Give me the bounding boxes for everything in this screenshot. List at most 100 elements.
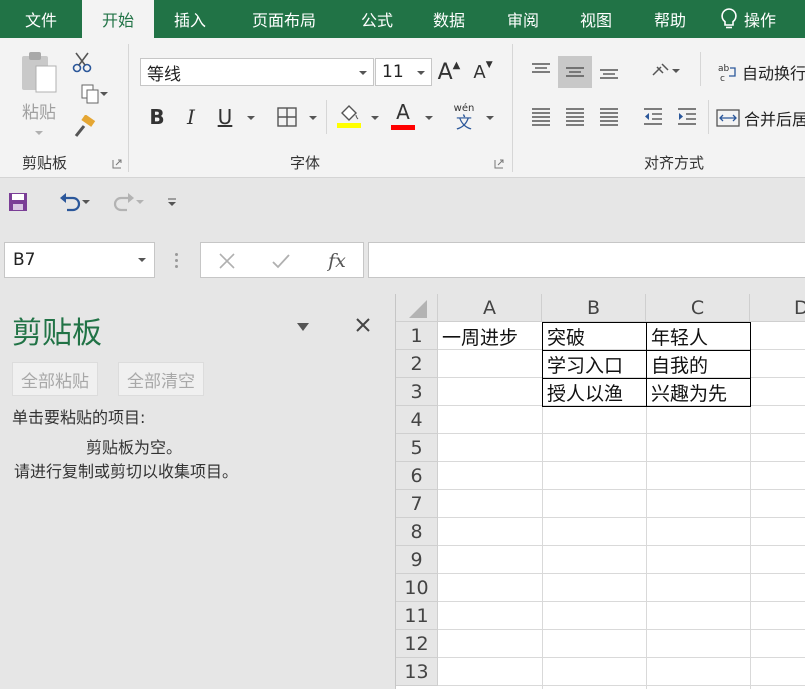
fill-color-button[interactable]: [334, 100, 364, 132]
font-size-dropdown-arrow[interactable]: [417, 71, 425, 75]
phonetic-guide-char: 文: [455, 112, 472, 132]
borders-button[interactable]: [272, 102, 302, 132]
align-left-button[interactable]: [526, 102, 556, 132]
font-name-combo[interactable]: 等线: [140, 58, 374, 86]
save-button[interactable]: [6, 190, 30, 214]
font-color-swatch: [391, 125, 415, 130]
cell-b1[interactable]: 突破: [542, 322, 647, 351]
row-header-5[interactable]: 5: [396, 434, 438, 462]
grow-font-button[interactable]: A ▲: [436, 58, 462, 86]
row-header-11[interactable]: 11: [396, 602, 438, 630]
row-header-4[interactable]: 4: [396, 406, 438, 434]
dialog-launcher-icon[interactable]: [112, 159, 122, 169]
wrap-text-button[interactable]: ab c 自动换行: [716, 58, 805, 86]
cancel-entry-button[interactable]: [215, 249, 239, 273]
borders-dropdown-arrow[interactable]: [309, 116, 317, 120]
confirm-entry-button[interactable]: [269, 249, 293, 273]
font-color-button[interactable]: A: [388, 100, 418, 132]
row-header-6[interactable]: 6: [396, 462, 438, 490]
underline-dropdown-arrow[interactable]: [247, 116, 255, 120]
cut-button[interactable]: [70, 50, 94, 74]
phonetic-dropdown-arrow[interactable]: [486, 116, 494, 120]
cell-b3[interactable]: 授人以渔: [542, 378, 647, 407]
format-painter-button[interactable]: [70, 114, 98, 140]
align-right-icon: [600, 108, 618, 126]
clear-all-button[interactable]: 全部清空: [118, 362, 204, 396]
row-header-7[interactable]: 7: [396, 490, 438, 518]
merge-center-button[interactable]: 合并后居: [716, 104, 805, 132]
phonetic-guide-button[interactable]: wén 文: [450, 100, 478, 134]
shrink-font-button[interactable]: A ▼: [470, 58, 496, 86]
increase-indent-button[interactable]: [672, 102, 702, 132]
column-header-b[interactable]: B: [542, 294, 646, 322]
undo-dropdown-arrow: [82, 200, 90, 204]
cell-c2[interactable]: 自我的: [646, 350, 751, 379]
clipboard-pane: 剪贴板 全部粘贴 全部清空 单击要粘贴的项目: 剪贴板为空。 请进行复制或剪切以…: [0, 294, 396, 689]
select-all-corner[interactable]: [396, 294, 438, 322]
select-all-triangle-icon: [408, 299, 427, 318]
paste-all-button[interactable]: 全部粘贴: [12, 362, 98, 396]
increase-indent-icon: [678, 108, 696, 125]
middle-align-button[interactable]: [558, 56, 592, 88]
fill-color-dropdown-arrow[interactable]: [371, 116, 379, 120]
tab-review[interactable]: 审阅: [486, 0, 560, 38]
insert-function-button[interactable]: fx: [323, 247, 351, 275]
undo-button[interactable]: [48, 190, 92, 214]
middle-align-icon: [566, 67, 584, 77]
customize-qat-button[interactable]: [164, 192, 180, 212]
cell-c1[interactable]: 年轻人: [646, 322, 751, 351]
pane-options-button[interactable]: [294, 320, 312, 334]
column-header-d[interactable]: D: [750, 294, 805, 322]
font-name-dropdown-arrow[interactable]: [359, 71, 367, 75]
font-dialog-launcher-icon[interactable]: [494, 159, 504, 169]
row-header-3[interactable]: 3: [396, 378, 438, 406]
align-right-button[interactable]: [594, 102, 624, 132]
tab-insert[interactable]: 插入: [154, 0, 226, 38]
copy-button[interactable]: [70, 82, 110, 106]
row-header-10[interactable]: 10: [396, 574, 438, 602]
tab-data[interactable]: 数据: [412, 0, 486, 38]
tab-view[interactable]: 视图: [560, 0, 632, 38]
orientation-dropdown-arrow: [672, 69, 680, 73]
tab-file[interactable]: 文件: [0, 0, 82, 38]
merge-cells-icon: [716, 109, 740, 127]
orientation-button[interactable]: [640, 56, 682, 86]
redo-button[interactable]: [102, 190, 146, 214]
top-align-button[interactable]: [526, 56, 556, 86]
font-size-combo[interactable]: 11: [375, 58, 432, 86]
column-header-a[interactable]: A: [438, 294, 542, 322]
row-header-8[interactable]: 8: [396, 518, 438, 546]
column-header-c[interactable]: C: [646, 294, 750, 322]
tab-formulas[interactable]: 公式: [342, 0, 412, 38]
paste-button[interactable]: 粘贴: [14, 48, 64, 148]
tab-home[interactable]: 开始: [82, 0, 154, 38]
row-header-2[interactable]: 2: [396, 350, 438, 378]
pane-close-button[interactable]: [352, 314, 374, 336]
save-icon: [9, 193, 27, 211]
tab-page-layout[interactable]: 页面布局: [226, 0, 342, 38]
cell-b2[interactable]: 学习入口: [542, 350, 647, 379]
tab-help[interactable]: 帮助: [632, 0, 708, 38]
phonetic-guide-pinyin: wén: [453, 102, 475, 114]
underline-button[interactable]: U: [212, 102, 238, 132]
name-box[interactable]: B7: [4, 242, 155, 278]
formula-input[interactable]: [368, 242, 805, 278]
cell-c3[interactable]: 兴趣为先: [646, 378, 751, 407]
align-center-button[interactable]: [560, 102, 590, 132]
bottom-align-button[interactable]: [594, 56, 624, 86]
decrease-indent-button[interactable]: [638, 102, 668, 132]
tab-tell-me[interactable]: 操作: [708, 0, 805, 38]
svg-text:ab: ab: [718, 64, 730, 74]
italic-button[interactable]: I: [178, 102, 204, 132]
row-header-1[interactable]: 1: [396, 322, 438, 350]
row-header-13[interactable]: 13: [396, 658, 438, 686]
row-header-9[interactable]: 9: [396, 546, 438, 574]
row-header-12[interactable]: 12: [396, 630, 438, 658]
name-box-dropdown-arrow[interactable]: [138, 258, 146, 262]
cell-a1[interactable]: 一周进步: [438, 322, 542, 350]
font-color-dropdown-arrow[interactable]: [425, 116, 433, 120]
bold-button[interactable]: B: [144, 102, 170, 132]
group-separator: [128, 44, 129, 172]
formula-bar-grip[interactable]: [170, 248, 182, 272]
tell-me-label: 操作: [744, 11, 777, 30]
